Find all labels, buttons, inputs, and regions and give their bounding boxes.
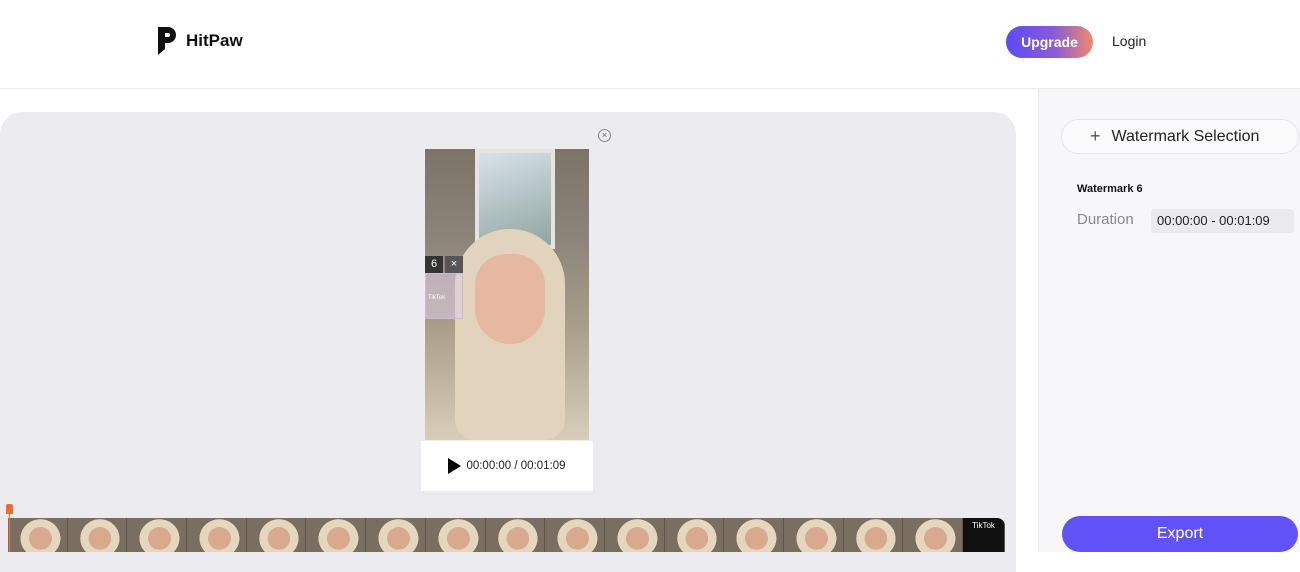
plus-icon: + — [1090, 126, 1101, 146]
timeline-frame — [783, 518, 844, 552]
timeline-frame — [127, 518, 188, 552]
time-display: 00:00:00 / 00:01:09 — [466, 460, 566, 472]
login-link[interactable]: Login — [1112, 33, 1146, 49]
timeline-frame — [246, 518, 307, 552]
header: HitPaw Upgrade Login — [0, 0, 1300, 89]
timeline-frame — [366, 518, 426, 552]
close-video-icon[interactable]: × — [598, 129, 611, 142]
video-face — [475, 254, 545, 344]
timeline-frame — [187, 518, 247, 552]
upgrade-button[interactable]: Upgrade — [1006, 26, 1093, 58]
timeline-frame — [664, 518, 725, 552]
sidebar — [1038, 89, 1300, 552]
timeline-filmstrip[interactable]: TikTok — [8, 518, 1005, 552]
player-controls: 00:00:00 / 00:01:09 — [421, 441, 593, 491]
timeline-frame — [485, 518, 546, 552]
timeline-frame — [8, 518, 68, 552]
timeline-frame — [604, 518, 665, 552]
timeline-frame — [425, 518, 486, 552]
hitpaw-logo-icon — [158, 27, 176, 55]
timeline-frame — [843, 518, 904, 552]
watermark-selection-label: Watermark Selection — [1111, 127, 1260, 145]
timeline-playhead[interactable] — [6, 504, 13, 552]
watermark-remove-button[interactable]: × — [445, 256, 463, 273]
timeline-frame — [306, 518, 367, 552]
timeline-frame — [903, 518, 963, 552]
tiktok-watermark: TikTok — [428, 295, 446, 301]
duration-label: Duration — [1077, 211, 1134, 228]
timeline-frame-end: TikTok — [963, 518, 1005, 552]
timeline-frame — [724, 518, 784, 552]
logo[interactable]: HitPaw — [156, 25, 243, 57]
export-button[interactable]: Export — [1062, 516, 1298, 552]
watermark-title: Watermark 6 — [1077, 183, 1143, 195]
timeline-frame — [545, 518, 605, 552]
timeline-frame — [67, 518, 128, 552]
brand-name: HitPaw — [186, 31, 243, 50]
play-icon[interactable] — [448, 458, 462, 474]
watermark-selection-button[interactable]: + Watermark Selection — [1061, 119, 1299, 154]
duration-field[interactable]: 00:00:00 - 00:01:09 — [1151, 209, 1294, 233]
watermark-number-badge: 6 — [425, 256, 443, 273]
